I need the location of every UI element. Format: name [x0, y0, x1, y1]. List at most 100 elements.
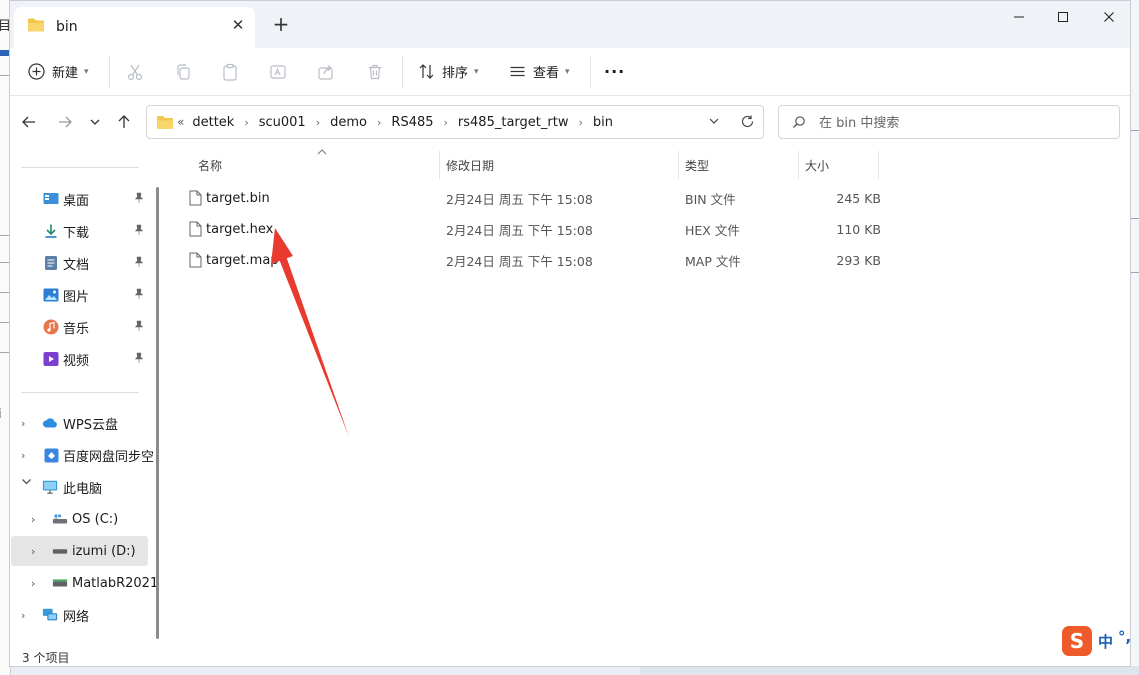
trash-icon: [369, 64, 381, 79]
background-line: [1131, 218, 1139, 219]
nav-item-music[interactable]: 音乐: [10, 312, 150, 342]
chevron-right-icon[interactable]: ›: [31, 513, 35, 526]
chevron-right-icon[interactable]: ›: [21, 609, 25, 622]
pin-icon[interactable]: [134, 288, 144, 303]
folder-icon: [27, 17, 45, 37]
nav-item-label: 音乐: [63, 321, 90, 337]
more-options-button[interactable]: ···: [604, 48, 625, 95]
breadcrumb-item-bin[interactable]: bin: [593, 115, 613, 130]
chevron-right-icon[interactable]: ›: [21, 449, 25, 462]
column-header-size[interactable]: 大小: [805, 151, 875, 179]
desktop-icon: [43, 191, 59, 207]
nav-scrollbar[interactable]: [156, 187, 159, 639]
breadcrumb-overflow-button[interactable]: «: [177, 115, 184, 129]
up-button[interactable]: [112, 109, 136, 135]
file-row[interactable]: target.bin 2月24日 周五 下午 15:08 BIN 文件 245 …: [180, 183, 882, 214]
nav-item-drive-c[interactable]: › OS (C:): [10, 504, 150, 534]
column-header-name[interactable]: 名称: [198, 151, 438, 179]
toolbar-divider: [590, 56, 591, 88]
pin-icon[interactable]: [134, 192, 144, 207]
pin-icon[interactable]: [134, 256, 144, 271]
address-history-button[interactable]: [707, 114, 721, 132]
file-name[interactable]: target.bin: [206, 183, 270, 214]
new-button[interactable]: 新建 ▾: [28, 48, 89, 95]
background-line: [0, 235, 9, 236]
chevron-right-icon[interactable]: ›: [31, 577, 35, 590]
cut-button[interactable]: [126, 48, 144, 95]
nav-item-pictures[interactable]: 图片: [10, 280, 150, 310]
chevron-right-icon[interactable]: ›: [578, 116, 582, 129]
recent-locations-button[interactable]: [83, 109, 107, 135]
breadcrumb-item-scu001[interactable]: scu001: [259, 115, 306, 130]
nav-item-drive-d[interactable]: › izumi (D:): [11, 536, 148, 566]
search-icon: [792, 115, 806, 133]
nav-item-network[interactable]: › 网络: [10, 600, 150, 630]
view-list-icon: [510, 66, 525, 77]
column-header-modified[interactable]: 修改日期: [446, 151, 676, 179]
folder-icon: [156, 115, 174, 134]
search-input[interactable]: [817, 112, 1111, 134]
tab-close-icon[interactable]: ✕: [228, 16, 248, 34]
new-tab-button[interactable]: +: [270, 12, 292, 36]
baidu-sync-icon: [43, 447, 59, 463]
delete-button[interactable]: [366, 48, 384, 95]
ime-mode[interactable]: 中: [1098, 631, 1113, 652]
title-bar: bin ✕ +: [10, 1, 1130, 48]
maximize-button[interactable]: [1040, 1, 1086, 33]
arrow-right-icon: [59, 116, 72, 128]
ellipsis-icon: ···: [604, 62, 626, 81]
chevron-right-icon[interactable]: ›: [21, 417, 25, 430]
copy-button[interactable]: [174, 48, 192, 95]
download-icon: [43, 223, 59, 239]
refresh-button[interactable]: [740, 114, 755, 133]
sort-button[interactable]: 排序 ▾: [418, 48, 479, 95]
navigation-pane: 桌面 下载 文档 图片 音乐 视频 › WPS云盘 › 百度网盘同步空 此电脑 …: [10, 151, 160, 646]
chevron-right-icon[interactable]: ›: [377, 116, 381, 129]
back-button[interactable]: [17, 109, 41, 135]
nav-item-desktop[interactable]: 桌面: [10, 184, 150, 214]
breadcrumb-item-dettek[interactable]: dettek: [192, 115, 234, 130]
arrow-up-icon: [118, 115, 130, 128]
nav-item-downloads[interactable]: 下载: [10, 216, 150, 246]
column-divider[interactable]: [678, 151, 679, 179]
chevron-right-icon[interactable]: ›: [244, 116, 248, 129]
column-header-type[interactable]: 类型: [685, 151, 795, 179]
nav-item-drive-matlab[interactable]: › MatlabR2021: [10, 568, 158, 598]
sogou-ime-icon[interactable]: S: [1062, 626, 1092, 656]
chevron-right-icon[interactable]: ›: [31, 545, 35, 558]
share-button[interactable]: [317, 48, 335, 95]
chevron-down-icon: [709, 118, 719, 124]
forward-button[interactable]: [53, 109, 77, 135]
column-divider[interactable]: [878, 151, 879, 179]
background-accent: [0, 50, 9, 56]
ime-punctuation[interactable]: °,: [1118, 628, 1131, 646]
column-divider[interactable]: [798, 151, 799, 179]
tab-bin[interactable]: bin ✕: [14, 7, 255, 48]
nav-item-baidu-sync[interactable]: › 百度网盘同步空: [10, 440, 154, 470]
breadcrumb-item-demo[interactable]: demo: [330, 115, 367, 130]
chevron-right-icon[interactable]: ›: [444, 116, 448, 129]
nav-item-videos[interactable]: 视频: [10, 344, 150, 374]
ime-indicator[interactable]: S 中 °,: [1062, 626, 1139, 656]
minimize-button[interactable]: [996, 1, 1042, 33]
chevron-down-icon[interactable]: [21, 476, 32, 490]
pin-icon[interactable]: [134, 224, 144, 239]
paste-button[interactable]: [221, 48, 239, 95]
view-button[interactable]: 查看 ▾: [509, 48, 570, 95]
file-name[interactable]: target.hex: [206, 214, 273, 245]
pin-icon[interactable]: [134, 352, 144, 367]
video-icon: [43, 351, 59, 367]
chevron-right-icon[interactable]: ›: [316, 116, 320, 129]
nav-item-this-pc[interactable]: 此电脑: [10, 472, 150, 502]
rename-button[interactable]: [269, 48, 287, 95]
search-box[interactable]: [778, 105, 1120, 139]
address-bar[interactable]: « dettek › scu001 › demo › RS485 › rs485…: [146, 105, 764, 139]
nav-item-documents[interactable]: 文档: [10, 248, 150, 278]
breadcrumb-item-rs485-target-rtw[interactable]: rs485_target_rtw: [458, 115, 569, 130]
close-button[interactable]: [1086, 1, 1130, 33]
breadcrumb-item-rs485[interactable]: RS485: [391, 115, 433, 130]
file-modified: 2月24日 周五 下午 15:08: [446, 223, 593, 238]
column-divider[interactable]: [439, 151, 440, 179]
nav-item-wps-cloud[interactable]: › WPS云盘: [10, 408, 150, 438]
pin-icon[interactable]: [134, 320, 144, 335]
